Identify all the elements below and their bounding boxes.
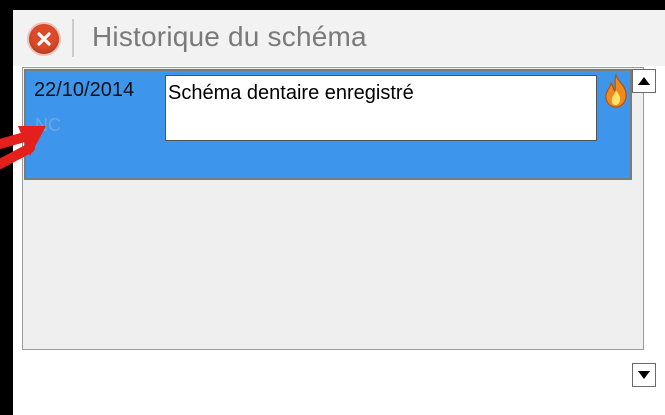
history-entry-row[interactable]: 22/10/2014 NC Schéma dentaire enregistré	[24, 69, 632, 180]
scroll-up-button[interactable]	[632, 69, 656, 93]
chevron-up-icon	[638, 77, 650, 85]
close-button[interactable]	[29, 24, 59, 54]
entry-date: 22/10/2014	[34, 79, 135, 101]
history-panel: Historique du schéma 22/10/2014 NC Schém…	[13, 10, 665, 415]
chevron-down-icon	[638, 371, 650, 379]
panel-header: Historique du schéma	[13, 10, 665, 66]
scroll-down-button[interactable]	[632, 363, 656, 387]
annotation-arrow-icon	[0, 126, 46, 169]
close-icon	[37, 32, 51, 46]
history-list[interactable]: 22/10/2014 NC Schéma dentaire enregistré	[22, 67, 656, 387]
header-divider	[72, 19, 74, 57]
page-title: Historique du schéma	[92, 21, 367, 52]
entry-comment-field[interactable]: Schéma dentaire enregistré	[165, 75, 597, 141]
flame-icon[interactable]	[599, 73, 633, 109]
